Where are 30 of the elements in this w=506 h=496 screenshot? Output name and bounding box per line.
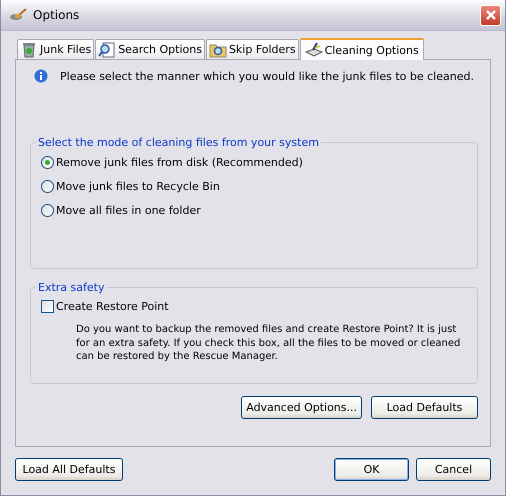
trash-icon xyxy=(20,42,38,58)
close-button[interactable] xyxy=(480,4,501,26)
close-icon xyxy=(484,9,496,21)
info-text: Please select the manner which you would like the junk files to be cleaned. xyxy=(60,70,474,82)
radio-button[interactable] xyxy=(41,204,54,216)
broom-icon xyxy=(304,42,323,58)
magnifier-icon xyxy=(98,42,116,58)
panel-button[interactable]: Load Defaults xyxy=(371,396,478,419)
panel-button[interactable]: Advanced Options... xyxy=(241,396,362,419)
dialog-button[interactable]: OK xyxy=(334,458,409,481)
radio-option[interactable]: Remove junk files from disk (Recommended) xyxy=(41,154,303,170)
description-text: Do you want to backup the removed files and create Restore Point? It is just for an extra safety. If you check this box, all the files to be moved or cleaned can be restored by the Rescue Manager. xyxy=(76,323,462,364)
tab[interactable]: Junk Files xyxy=(17,39,94,59)
tab[interactable]: Search Options xyxy=(95,39,205,59)
tab[interactable]: Cleaning Options xyxy=(300,38,424,60)
broom-icon xyxy=(9,8,27,22)
window-title: Options xyxy=(33,8,80,22)
folder-icon xyxy=(208,42,227,58)
checkbox[interactable] xyxy=(41,300,54,312)
checkbox-option[interactable]: Create Restore Point xyxy=(41,298,169,314)
radio-option[interactable]: Move all files in one folder xyxy=(41,202,201,218)
tab[interactable]: Skip Folders xyxy=(206,39,299,59)
load-all-defaults-button[interactable]: Load All Defaults xyxy=(15,458,123,481)
group-title: Extra safety xyxy=(37,281,106,294)
radio-button[interactable] xyxy=(41,180,54,192)
radio-button[interactable] xyxy=(41,156,54,168)
radio-option[interactable]: Move junk files to Recycle Bin xyxy=(41,178,220,194)
info-icon xyxy=(34,69,48,83)
dialog-button[interactable]: Cancel xyxy=(416,458,491,481)
group-title: Select the mode of cleaning files from your system xyxy=(37,136,320,149)
